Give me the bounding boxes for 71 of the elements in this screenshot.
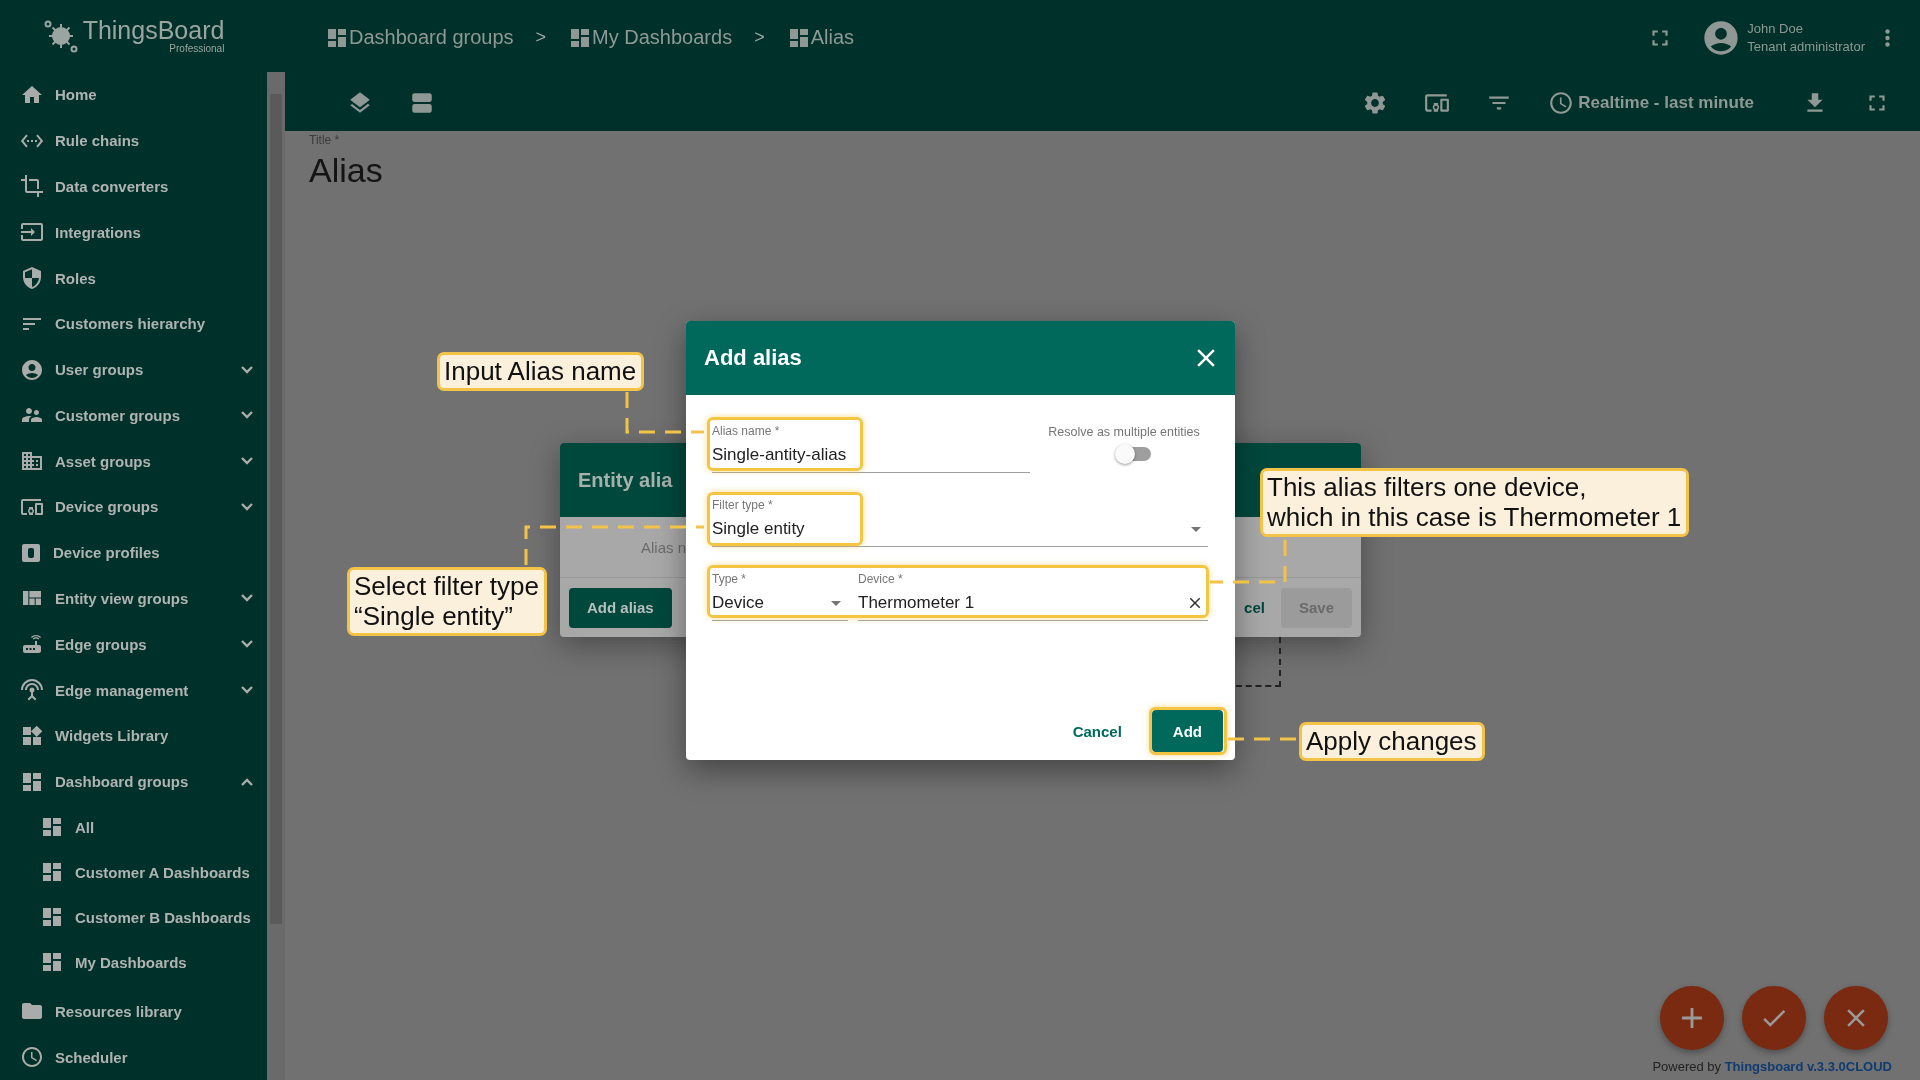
- leader-line: [1228, 737, 1297, 741]
- breadcrumb-separator: >: [535, 27, 547, 48]
- dashboard-icon: [40, 905, 64, 929]
- dashboard-icon: [40, 860, 64, 884]
- dropdown-arrow-icon: [1191, 526, 1201, 532]
- sidebar-subitem[interactable]: Customer A Dashboards: [0, 849, 267, 895]
- user-role: Tenant administrator: [1747, 37, 1865, 56]
- sidebar-item[interactable]: Entity view groups: [0, 575, 267, 622]
- sidebar-item[interactable]: Customer groups: [0, 392, 267, 439]
- clock-icon: [20, 1045, 44, 1070]
- sidebar-subitem[interactable]: All: [0, 804, 267, 850]
- sidebar-item[interactable]: Rule chains: [0, 117, 267, 164]
- dashboard-icon: [40, 950, 64, 974]
- sidebar-item[interactable]: User groups: [0, 346, 267, 393]
- antenna-icon: [20, 678, 44, 703]
- logo-edition: Professional: [169, 43, 225, 54]
- more-menu-button[interactable]: [1885, 28, 1890, 47]
- sidebar-item[interactable]: Roles: [0, 255, 267, 301]
- close-button[interactable]: [1824, 986, 1888, 1050]
- cancel-button[interactable]: Cancel: [1064, 710, 1130, 752]
- tile-icon: [20, 541, 42, 564]
- sidebar-item[interactable]: Home: [0, 72, 267, 118]
- sidebar-item[interactable]: Resources library: [0, 988, 267, 1035]
- breadcrumb-link[interactable]: Alias: [810, 26, 854, 49]
- type-select[interactable]: Type * Device: [712, 571, 848, 621]
- alias-name-field[interactable]: Alias name * Single-antity-alias: [712, 423, 1030, 473]
- toggle-switch[interactable]: [1117, 447, 1151, 461]
- callout: Select filter type “Single entity”: [347, 567, 547, 636]
- breadcrumb-link[interactable]: My Dashboards: [592, 26, 733, 49]
- cancel-button[interactable]: cel: [1244, 599, 1265, 616]
- person-icon: [20, 357, 44, 382]
- sidebar-item[interactable]: Edge groups: [0, 621, 267, 668]
- sidebar-item[interactable]: Scheduler: [0, 1034, 267, 1080]
- logo-name: ThingsBoard: [82, 18, 225, 43]
- sidebar-item[interactable]: Dashboard groups: [0, 758, 267, 805]
- dialog-title: Entity alia: [578, 468, 673, 492]
- callout: This alias filters one device, which in this case is Thermometer 1: [1260, 468, 1690, 537]
- crop-icon: [20, 174, 44, 199]
- user-name: John Doe: [1747, 19, 1804, 38]
- breadcrumb-link[interactable]: Dashboard groups: [349, 26, 514, 49]
- sidebar-item[interactable]: Edge management: [0, 667, 267, 713]
- device-field[interactable]: Device * Thermometer 1: [858, 571, 1208, 621]
- scrollbar[interactable]: [267, 72, 285, 1080]
- sidebar-item[interactable]: Asset groups: [0, 438, 267, 485]
- timewindow-button[interactable]: Realtime - last minute: [1548, 90, 1754, 116]
- sidebar-subitem[interactable]: Customer B Dashboards: [0, 894, 267, 940]
- powered-by-text: Powered by Thingsboard v.3.3.0CLOUD: [1652, 1059, 1892, 1074]
- layout-button[interactable]: [409, 90, 435, 116]
- callout: Input Alias name: [437, 352, 645, 391]
- sidebar-item[interactable]: Integrations: [0, 209, 267, 256]
- add-button[interactable]: Add: [1151, 710, 1223, 752]
- toggle-label: Resolve as multiple entities: [1048, 425, 1200, 439]
- dialog-title: Add alias: [704, 345, 803, 371]
- sidebar-item[interactable]: Device profiles: [0, 529, 267, 576]
- breadcrumb-separator: >: [754, 27, 765, 48]
- sidebar-item[interactable]: Widgets Library: [0, 712, 267, 759]
- shield-icon: [20, 266, 44, 290]
- dashboard-icon: [40, 815, 64, 839]
- clock-icon: [1548, 90, 1575, 116]
- more-icon: [1885, 28, 1890, 47]
- dropdown-arrow-icon: [831, 600, 841, 606]
- sidebar-item[interactable]: Data converters: [0, 163, 267, 210]
- filter-type-select[interactable]: Filter type * Single entity: [712, 497, 1208, 547]
- sidebar-item[interactable]: Device groups: [0, 484, 267, 530]
- add-alias-button[interactable]: Add alias: [569, 587, 672, 628]
- callout: Apply changes: [1299, 722, 1485, 761]
- sidebar-subitem[interactable]: My Dashboards: [0, 939, 267, 985]
- dashboard-title: Alias: [309, 151, 384, 190]
- logo-icon: [42, 18, 79, 54]
- widgets-icon: [20, 723, 44, 748]
- sidebar-item[interactable]: Customers hierarchy: [0, 300, 267, 347]
